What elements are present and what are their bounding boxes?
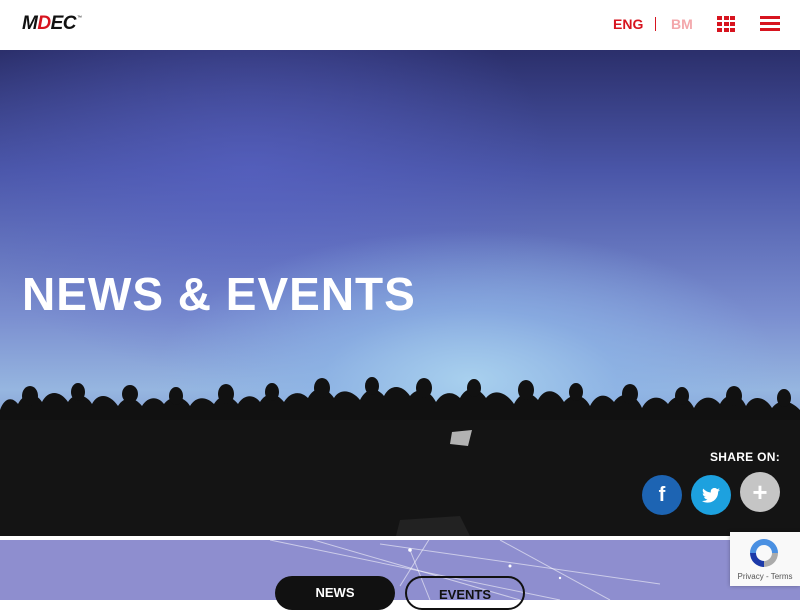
recaptcha-badge[interactable]: Privacy - Terms: [730, 532, 800, 586]
mdec-logo[interactable]: MDEC ™: [22, 13, 82, 35]
grid-icon[interactable]: [717, 16, 735, 32]
tab-events[interactable]: EVENTS: [405, 576, 525, 610]
recaptcha-links: Privacy - Terms: [730, 572, 800, 581]
hamburger-menu-icon[interactable]: [760, 16, 780, 32]
decorative-network-lines: [269, 536, 661, 600]
site-header: MDEC ™ ENG BM: [0, 0, 800, 50]
twitter-share-button[interactable]: [691, 475, 731, 515]
facebook-icon: f: [658, 483, 666, 506]
tab-news[interactable]: NEWS: [275, 576, 395, 610]
page-title: NEWS & EVENTS: [22, 268, 416, 320]
recaptcha-privacy-link[interactable]: Privacy: [738, 572, 764, 581]
crowd-silhouette-image: [0, 377, 800, 536]
twitter-icon: [702, 487, 720, 503]
language-eng-link[interactable]: ENG: [613, 16, 643, 32]
section-divider: [0, 536, 800, 540]
share-label: SHARE ON:: [709, 450, 780, 464]
more-share-button[interactable]: +: [740, 472, 780, 512]
logo-text: MDEC: [22, 13, 76, 34]
logo-trademark: ™: [76, 15, 82, 21]
language-bm-link[interactable]: BM: [671, 16, 693, 32]
plus-icon: +: [752, 477, 768, 507]
recaptcha-terms-link[interactable]: Terms: [771, 572, 793, 581]
facebook-share-button[interactable]: f: [642, 475, 682, 515]
tabs-section: [0, 536, 800, 600]
hero-banner: NEWS & EVENTS SHARE ON: f +: [0, 50, 800, 536]
recaptcha-separator: -: [763, 572, 771, 581]
language-divider: [655, 17, 656, 31]
recaptcha-icon: [750, 539, 778, 567]
